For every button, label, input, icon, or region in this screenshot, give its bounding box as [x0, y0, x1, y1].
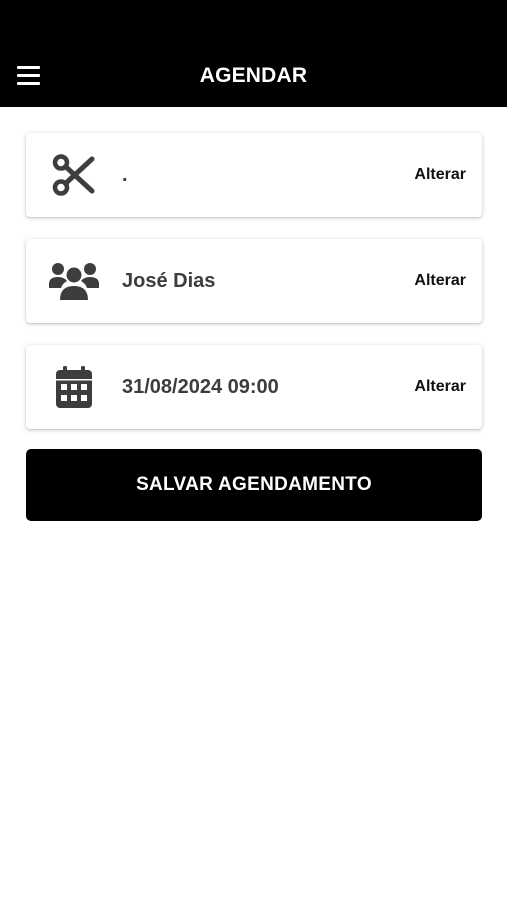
service-value: . [122, 164, 128, 186]
change-professional-button[interactable]: Alterar [414, 239, 466, 323]
change-service-button[interactable]: Alterar [414, 133, 466, 217]
professional-card: José Dias Alterar [26, 239, 482, 323]
change-datetime-button[interactable]: Alterar [414, 345, 466, 429]
service-card: . Alterar [26, 133, 482, 217]
save-appointment-button[interactable]: SALVAR AGENDAMENTO [26, 449, 482, 521]
users-group-icon [46, 257, 102, 305]
calendar-icon [46, 363, 102, 411]
datetime-value: 31/08/2024 09:00 [122, 376, 279, 398]
page-title: AGENDAR [199, 64, 308, 87]
professional-value: José Dias [122, 270, 216, 292]
scissors-icon [46, 151, 102, 199]
datetime-card: 31/08/2024 09:00 Alterar [26, 345, 482, 429]
app-header: AGENDAR [0, 0, 507, 107]
